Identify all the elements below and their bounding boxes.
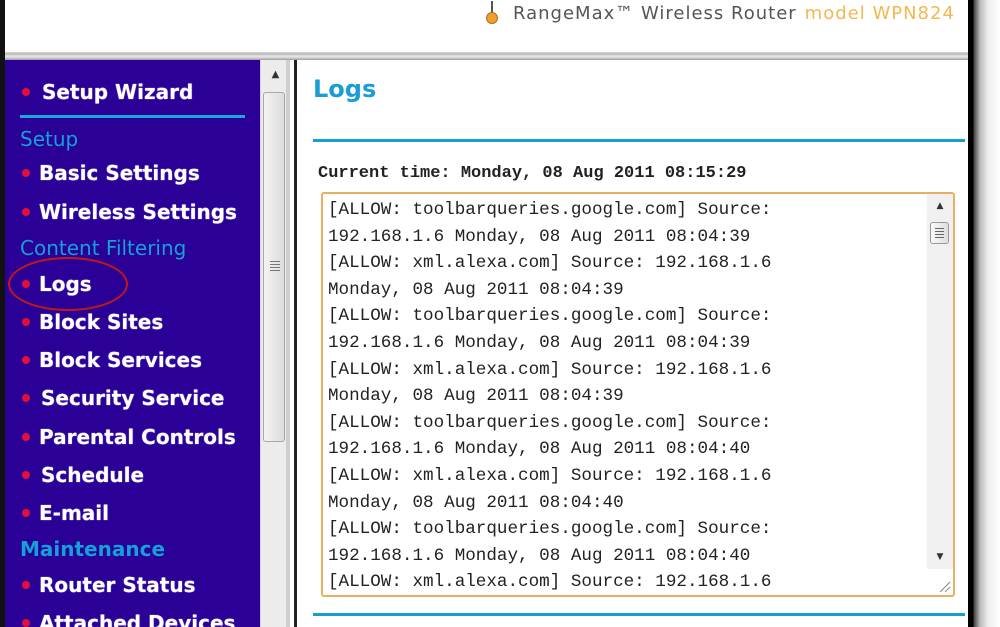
grip-icon: [270, 261, 280, 273]
log-scrollbar[interactable]: ▲ ▼: [927, 194, 953, 569]
window-right-edge: [968, 0, 1000, 627]
main-content: Logs Current time: Monday, 08 Aug 2011 0…: [297, 60, 968, 627]
sidebar-scrollbar[interactable]: ▲: [260, 60, 290, 627]
sidebar-item-label: Schedule: [41, 463, 145, 487]
sidebar-divider: [20, 115, 245, 118]
sidebar-heading-maintenance: Maintenance: [20, 537, 166, 561]
sidebar-item-wireless-settings[interactable]: Wireless Settings: [5, 197, 237, 227]
sidebar-item-label: Parental Controls: [39, 425, 236, 449]
scrollbar-rail: [286, 60, 290, 627]
current-time: Current time: Monday, 08 Aug 2011 08:15:…: [318, 164, 747, 183]
log-line: 192.168.1.6 Monday, 08 Aug 2011 08:04:39: [328, 332, 751, 353]
log-line: Monday, 08 Aug 2011 08:04:40: [328, 492, 624, 513]
sidebar-item-label: Router Status: [39, 573, 196, 597]
bullet-icon: [22, 88, 30, 96]
bottom-rule: [313, 613, 965, 616]
sidebar-heading-content-filtering: Content Filtering: [20, 236, 187, 260]
sidebar-item-block-sites[interactable]: Block Sites: [5, 307, 163, 337]
sidebar-item-email[interactable]: E-mail: [5, 498, 109, 528]
sidebar-item-label: Block Sites: [39, 310, 164, 334]
resize-handle-icon[interactable]: [935, 577, 951, 593]
bullet-icon: [22, 356, 30, 364]
bullet-icon: [22, 208, 30, 216]
scroll-up-arrow-icon[interactable]: ▲: [927, 194, 953, 218]
bullet-icon: [22, 471, 30, 479]
page-title: Logs: [313, 75, 377, 103]
sidebar-item-label: Security Service: [41, 386, 225, 410]
sidebar-item-schedule[interactable]: Schedule: [5, 460, 144, 490]
bullet-icon: [22, 169, 30, 177]
title-rule: [313, 139, 965, 142]
log-line: [ALLOW: xml.alexa.com] Source: 192.168.1…: [328, 572, 772, 593]
log-line: [ALLOW: toolbarqueries.google.com] Sourc…: [328, 412, 772, 433]
sidebar-item-attached-devices[interactable]: Attached Devices: [5, 608, 235, 627]
header: RangeMax™ Wireless Router model WPN824: [5, 0, 968, 52]
sidebar-item-label: Setup Wizard: [42, 80, 194, 104]
sidebar-item-label: Block Services: [39, 348, 203, 372]
brand-model: model WPN824: [804, 2, 955, 24]
grip-icon: [935, 228, 944, 238]
log-line: [ALLOW: xml.alexa.com] Source: 192.168.1…: [328, 359, 772, 380]
sidebar-item-security-service[interactable]: Security Service: [5, 383, 225, 413]
log-line: [ALLOW: toolbarqueries.google.com] Sourc…: [328, 519, 772, 540]
log-text: [ALLOW: toolbarqueries.google.com] Sourc…: [328, 197, 928, 595]
antenna-logo-icon: [485, 1, 499, 25]
log-line: 192.168.1.6 Monday, 08 Aug 2011 08:04:40: [328, 439, 751, 460]
bullet-icon: [22, 581, 30, 589]
sidebar-item-label: E-mail: [39, 501, 110, 525]
log-line: Monday, 08 Aug 2011 08:04:39: [328, 279, 624, 300]
annotation-circle: [8, 257, 128, 311]
sidebar-item-label: Basic Settings: [39, 161, 200, 185]
log-line: 192.168.1.6 Monday, 08 Aug 2011 08:04:39: [328, 226, 751, 247]
brand-name: RangeMax™ Wireless Router: [513, 2, 797, 24]
brand: RangeMax™ Wireless Router model WPN824: [485, 0, 955, 26]
sidebar-item-label: Wireless Settings: [39, 200, 237, 224]
bullet-icon: [22, 394, 30, 402]
bullet-icon: [22, 619, 30, 627]
bullet-icon: [22, 433, 30, 441]
sidebar-nav: Setup Wizard Setup Basic Settings Wirele…: [5, 60, 260, 627]
log-line: [ALLOW: xml.alexa.com] Source: 192.168.1…: [328, 465, 772, 486]
log-textarea[interactable]: [ALLOW: toolbarqueries.google.com] Sourc…: [321, 192, 955, 597]
scroll-down-arrow-icon[interactable]: ▼: [927, 545, 953, 569]
log-line: Monday, 08 Aug 2011 08:04:39: [328, 386, 624, 407]
sidebar-item-setup-wizard[interactable]: Setup Wizard: [5, 77, 193, 107]
log-line: [ALLOW: toolbarqueries.google.com] Sourc…: [328, 306, 772, 327]
sidebar-item-basic-settings[interactable]: Basic Settings: [5, 158, 200, 188]
log-line: [ALLOW: xml.alexa.com] Source: 192.168.1…: [328, 253, 772, 274]
scrollbar-thumb[interactable]: [930, 222, 949, 244]
header-separator: [5, 52, 968, 60]
log-line: 192.168.1.6 Monday, 08 Aug 2011 08:04:40: [328, 545, 751, 566]
bullet-icon: [22, 318, 30, 326]
sidebar-item-parental-controls[interactable]: Parental Controls: [5, 422, 236, 452]
log-line: [ALLOW: toolbarqueries.google.com] Sourc…: [328, 200, 772, 220]
sidebar-item-label: Attached Devices: [39, 611, 236, 627]
scrollbar-thumb[interactable]: [263, 92, 285, 442]
sidebar-item-block-services[interactable]: Block Services: [5, 345, 202, 375]
sidebar-heading-setup: Setup: [20, 127, 79, 151]
sidebar-item-router-status[interactable]: Router Status: [5, 570, 196, 600]
bullet-icon: [22, 509, 30, 517]
